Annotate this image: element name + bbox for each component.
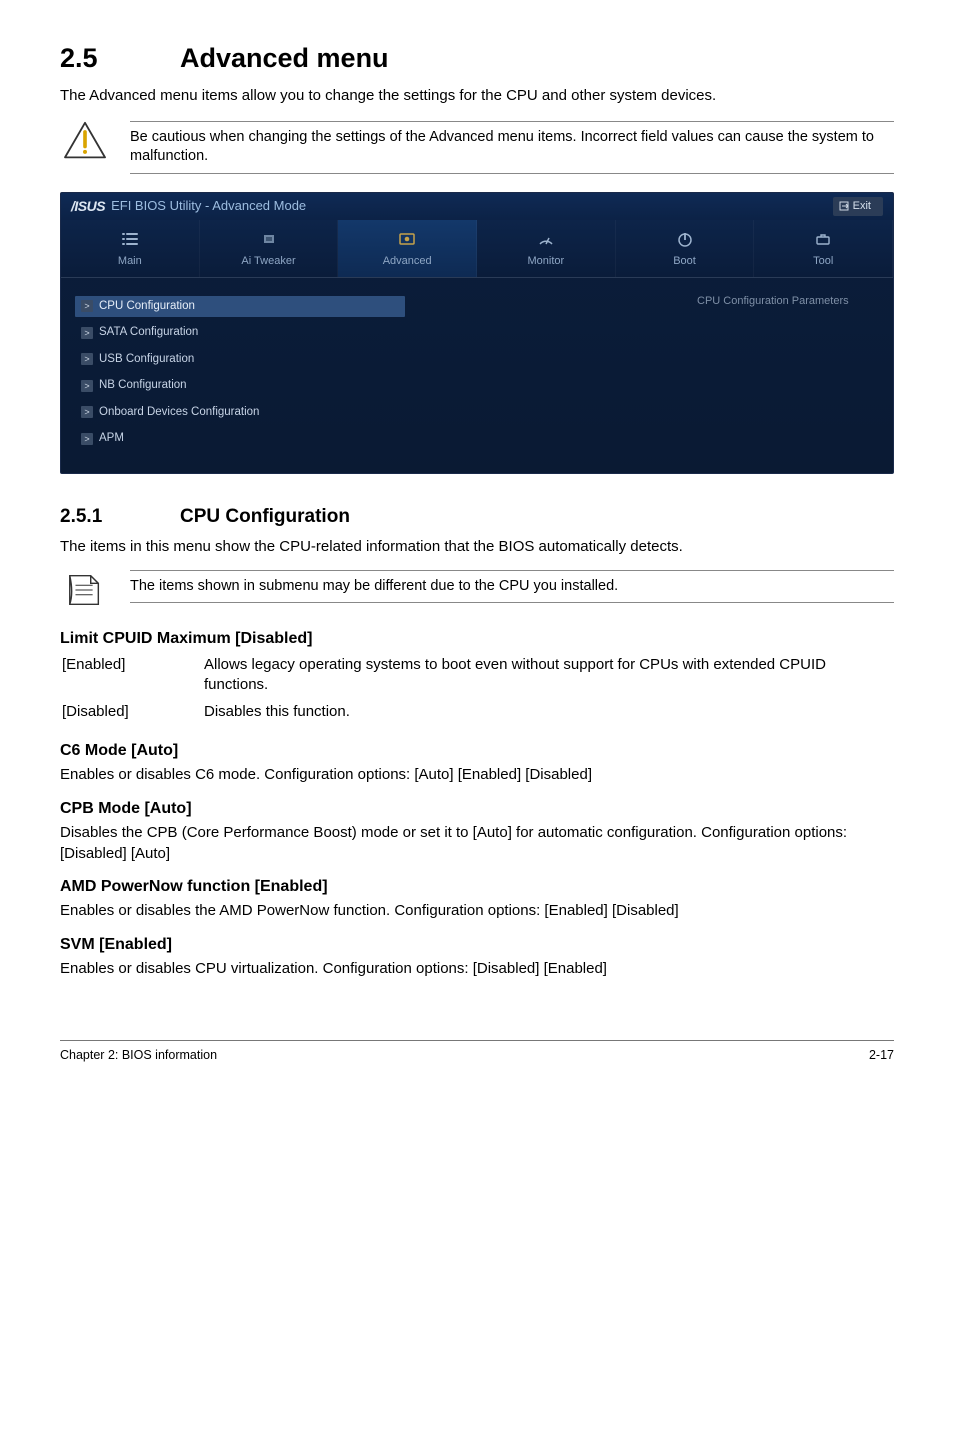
tab-main[interactable]: Main <box>61 220 200 277</box>
setting-c6-mode: C6 Mode [Auto] <box>60 740 894 762</box>
help-text: CPU Configuration Parameters <box>697 295 849 307</box>
setting-cpb-mode: CPB Mode [Auto] <box>60 798 894 820</box>
warning-icon <box>60 121 110 161</box>
footer-left: Chapter 2: BIOS information <box>60 1047 217 1064</box>
chevron-right-icon: > <box>81 327 93 339</box>
tab-monitor[interactable]: Monitor <box>477 220 616 277</box>
tab-ai-tweaker[interactable]: Ai Tweaker <box>200 220 339 277</box>
setting-body: Enables or disables the AMD PowerNow fun… <box>60 901 894 921</box>
menu-label: NB Configuration <box>99 378 187 394</box>
menu-label: Onboard Devices Configuration <box>99 405 259 421</box>
subsection-heading: 2.5.1CPU Configuration <box>60 504 894 530</box>
section-number: 2.5 <box>60 40 180 76</box>
chevron-right-icon: > <box>81 353 93 365</box>
setting-body: Enables or disables CPU virtualization. … <box>60 959 894 979</box>
menu-cpu-configuration[interactable]: > CPU Configuration <box>75 296 405 318</box>
menu-label: SATA Configuration <box>99 325 198 341</box>
bios-titlebar: /ISUS EFI BIOS Utility - Advanced Mode E… <box>61 193 893 220</box>
monitor-icon <box>536 230 556 248</box>
chevron-right-icon: > <box>81 380 93 392</box>
table-row: [Enabled] Allows legacy operating system… <box>62 655 892 700</box>
tab-label: Advanced <box>383 255 432 267</box>
tab-label: Tool <box>813 255 833 267</box>
bios-title: EFI BIOS Utility - Advanced Mode <box>111 197 306 215</box>
menu-nb-configuration[interactable]: > NB Configuration <box>75 375 669 397</box>
chevron-right-icon: > <box>81 300 93 312</box>
tab-tool[interactable]: Tool <box>754 220 893 277</box>
tab-boot[interactable]: Boot <box>616 220 755 277</box>
option-key: [Disabled] <box>62 702 202 726</box>
bios-body: > CPU Configuration > SATA Configuration… <box>61 278 893 473</box>
note-icon <box>60 570 110 610</box>
chevron-right-icon: > <box>81 406 93 418</box>
chip-icon <box>259 230 279 248</box>
section-heading: 2.5Advanced menu <box>60 40 894 76</box>
option-val: Disables this function. <box>204 702 892 726</box>
option-table: [Enabled] Allows legacy operating system… <box>60 653 894 728</box>
bios-screenshot: /ISUS EFI BIOS Utility - Advanced Mode E… <box>60 192 894 474</box>
subsection-title: CPU Configuration <box>180 506 350 527</box>
bios-tabs: Main Ai Tweaker Advanced Monitor Boot To… <box>61 220 893 278</box>
setting-limit-cpuid: Limit CPUID Maximum [Disabled] <box>60 628 894 650</box>
setting-body: Enables or disables C6 mode. Configurati… <box>60 765 894 785</box>
setting-body: Disables the CPB (Core Performance Boost… <box>60 823 894 864</box>
footer-right: 2-17 <box>869 1047 894 1064</box>
section-title-text: Advanced menu <box>180 43 389 73</box>
setting-amd-powernow: AMD PowerNow function [Enabled] <box>60 876 894 898</box>
table-row: [Disabled] Disables this function. <box>62 702 892 726</box>
subsection-number: 2.5.1 <box>60 504 180 530</box>
bios-logo: /ISUS <box>71 197 105 216</box>
tab-label: Monitor <box>528 255 565 267</box>
page-footer: Chapter 2: BIOS information 2-17 <box>60 1040 894 1064</box>
menu-label: APM <box>99 431 124 447</box>
tab-label: Boot <box>673 255 696 267</box>
option-val: Allows legacy operating systems to boot … <box>204 655 892 700</box>
bios-menu-list: > CPU Configuration > SATA Configuration… <box>61 278 683 473</box>
menu-apm[interactable]: > APM <box>75 428 669 450</box>
chevron-right-icon: > <box>81 433 93 445</box>
list-icon <box>120 230 140 248</box>
subsection-intro: The items in this menu show the CPU-rela… <box>60 537 894 557</box>
section-intro: The Advanced menu items allow you to cha… <box>60 86 894 106</box>
menu-label: USB Configuration <box>99 352 194 368</box>
power-icon <box>675 230 695 248</box>
warning-text: Be cautious when changing the settings o… <box>130 121 894 174</box>
exit-label: Exit <box>853 199 871 214</box>
warning-note: Be cautious when changing the settings o… <box>60 121 894 174</box>
info-note-text: The items shown in submenu may be differ… <box>130 570 894 604</box>
setting-svm: SVM [Enabled] <box>60 934 894 956</box>
menu-label: CPU Configuration <box>99 299 195 315</box>
menu-usb-configuration[interactable]: > USB Configuration <box>75 349 669 371</box>
exit-button[interactable]: Exit <box>833 197 883 216</box>
advanced-icon <box>397 230 417 248</box>
exit-icon <box>839 201 849 211</box>
toolbox-icon <box>813 230 833 248</box>
bios-help-panel: CPU Configuration Parameters <box>683 278 893 473</box>
tab-advanced[interactable]: Advanced <box>338 220 477 277</box>
option-key: [Enabled] <box>62 655 202 700</box>
menu-sata-configuration[interactable]: > SATA Configuration <box>75 322 669 344</box>
menu-onboard-devices[interactable]: > Onboard Devices Configuration <box>75 402 669 424</box>
tab-label: Main <box>118 255 142 267</box>
info-note: The items shown in submenu may be differ… <box>60 570 894 610</box>
tab-label: Ai Tweaker <box>241 255 295 267</box>
